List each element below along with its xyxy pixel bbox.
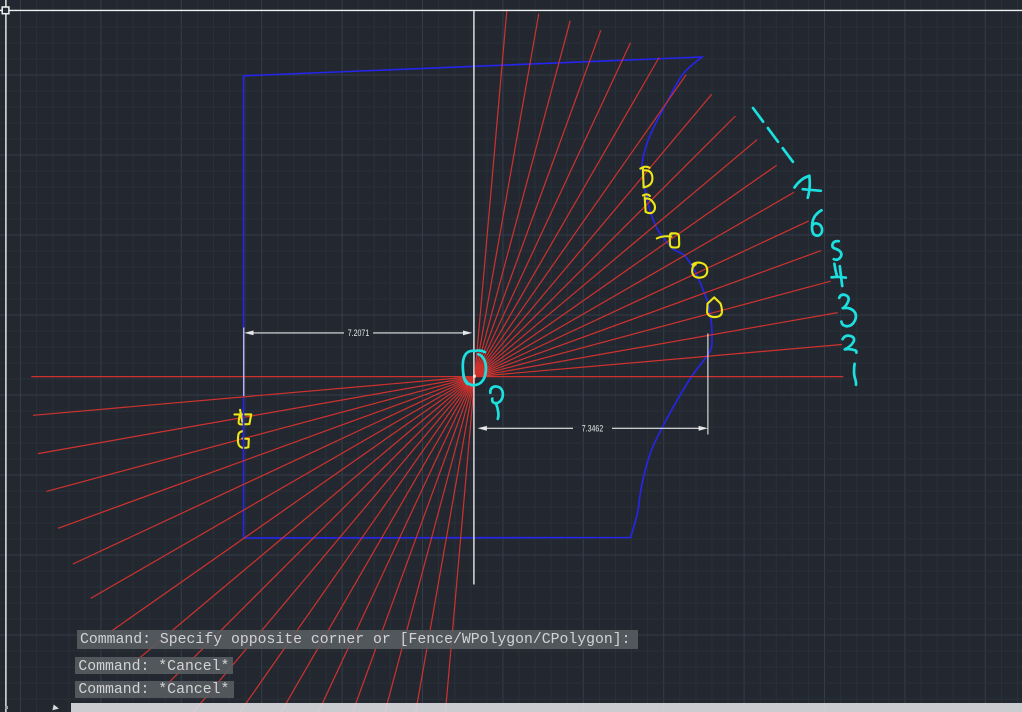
svg-text:7.3462: 7.3462	[582, 424, 604, 434]
svg-text:7.2071: 7.2071	[348, 328, 370, 338]
